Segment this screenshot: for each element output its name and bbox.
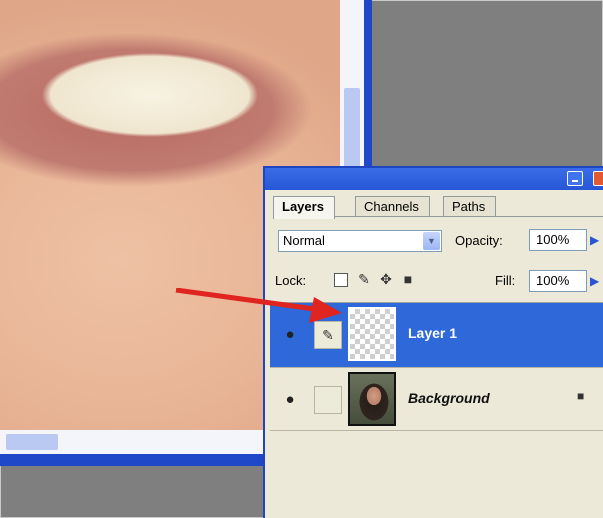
tab-paths[interactable]: Paths xyxy=(443,196,497,216)
red-arrow-annotation xyxy=(175,288,342,323)
lock-transparency-icon[interactable] xyxy=(334,273,348,287)
brush-icon[interactable]: ✎ xyxy=(356,271,372,288)
layer-name[interactable]: Layer 1 xyxy=(408,325,457,341)
link-icon[interactable] xyxy=(314,386,342,414)
chevron-down-icon[interactable]: ▼ xyxy=(423,232,440,250)
layer-thumbnail xyxy=(348,372,396,426)
arrow-head xyxy=(309,297,342,323)
blend-mode-value: Normal xyxy=(283,233,325,248)
fill-label: Fill: xyxy=(495,273,516,288)
blend-mode-select[interactable]: Normal ▼ xyxy=(278,230,442,252)
palette-minimize-button[interactable] xyxy=(567,171,583,186)
opacity-label: Opacity: xyxy=(455,233,503,248)
layer-row-background[interactable]: ● Background ■ xyxy=(270,367,603,431)
horizontal-scrollbar-thumb[interactable] xyxy=(6,434,58,450)
lock-icon: ■ xyxy=(577,389,585,403)
palette-titlebar[interactable] xyxy=(265,168,603,190)
eye-icon[interactable]: ● xyxy=(276,388,304,412)
layer-name[interactable]: Background xyxy=(408,390,490,406)
move-icon[interactable]: ✥ xyxy=(378,271,394,288)
lock-label: Lock: xyxy=(275,273,307,288)
fill-arrow-icon[interactable]: ▶ xyxy=(590,271,603,291)
opacity-arrow-icon[interactable]: ▶ xyxy=(590,230,603,250)
arrow-shaft xyxy=(175,288,323,313)
opacity-field[interactable]: 100% xyxy=(529,229,587,251)
palette-close-button[interactable] xyxy=(593,171,603,186)
palette-tabs: Layers Channels Paths xyxy=(273,196,603,219)
lock-icon[interactable]: ■ xyxy=(400,271,416,288)
tab-channels[interactable]: Channels xyxy=(355,196,430,216)
fill-field[interactable]: 100% xyxy=(529,270,587,292)
tab-layers[interactable]: Layers xyxy=(273,196,335,219)
